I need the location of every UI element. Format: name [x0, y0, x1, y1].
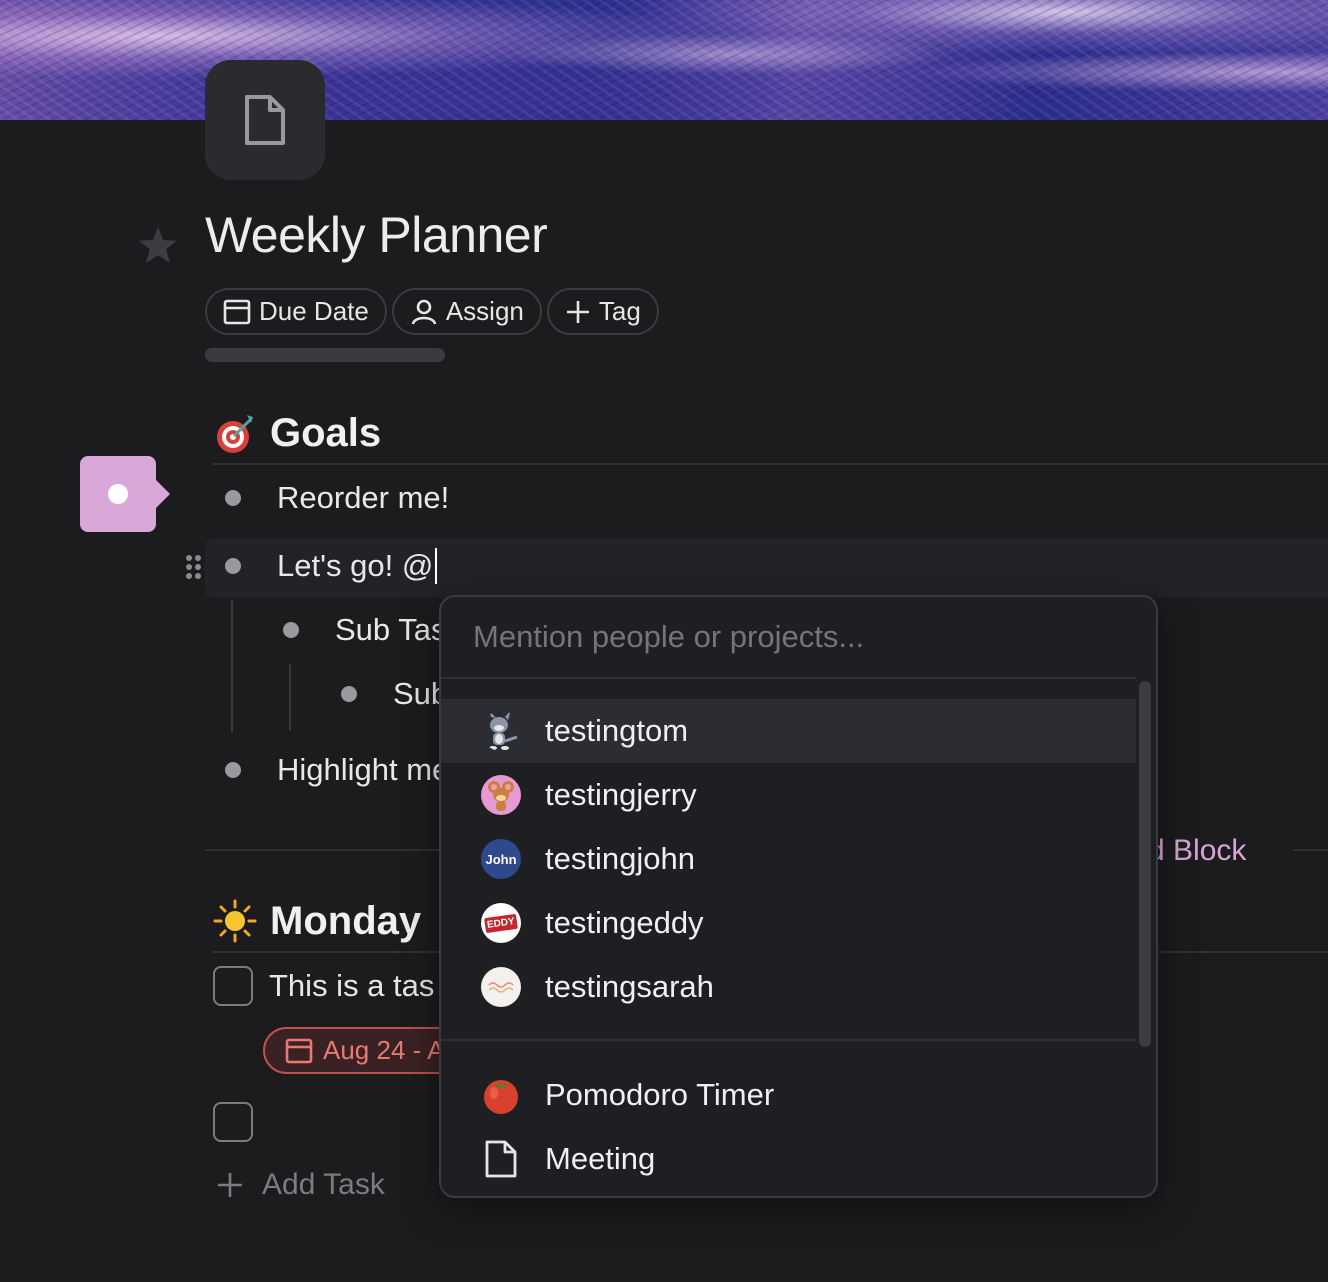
list-item-text: Reorder me!: [277, 480, 450, 515]
divider: [212, 463, 1328, 465]
tag-label: Tag: [598, 296, 641, 326]
mention-option-project[interactable]: Pomodoro Timer: [441, 1063, 1136, 1127]
bullet-icon: [225, 558, 241, 574]
person-name: testingjohn: [545, 841, 695, 876]
bullet-icon: [225, 762, 241, 778]
due-date-label: Due Date: [259, 296, 369, 326]
plus-icon: [218, 1173, 242, 1197]
add-task-label: Add Task: [262, 1168, 385, 1201]
sarah-avatar: [481, 967, 521, 1007]
tom-avatar: [481, 711, 521, 751]
page-properties: Due Date Assign Tag: [205, 288, 659, 335]
monday-heading[interactable]: Monday: [212, 898, 421, 944]
add-block-button[interactable]: d Block: [1148, 834, 1246, 868]
indent-guide: [289, 664, 291, 730]
favorite-star-icon[interactable]: [134, 222, 182, 270]
list-item[interactable]: Highlight me: [225, 752, 449, 788]
add-tag-button[interactable]: Tag: [546, 288, 659, 335]
list-item-text[interactable]: Let's go! @: [277, 548, 433, 584]
monday-heading-text: Monday: [270, 898, 422, 943]
mention-option-person[interactable]: testingsarah: [441, 955, 1136, 1019]
block-drag-marker[interactable]: [80, 456, 170, 532]
list-item[interactable]: Sub Tas: [283, 612, 446, 648]
bullet-icon: [341, 686, 357, 702]
list-item-text: Highlight me: [277, 752, 450, 787]
assign-button[interactable]: Assign: [391, 288, 542, 335]
task-date-text: Aug 24 - A: [323, 1035, 445, 1065]
divider: [205, 849, 445, 851]
eddy-avatar: EDDY: [481, 903, 521, 943]
john-avatar: John: [481, 839, 521, 879]
indent-guide: [231, 600, 233, 732]
mention-option-person[interactable]: testingjerry: [441, 763, 1136, 827]
goals-heading-text: Goals: [270, 410, 382, 455]
mention-popup: testingtom testingjerry John testingjohn: [439, 595, 1158, 1198]
person-name: testingtom: [545, 713, 689, 748]
drag-handle-icon[interactable]: [184, 553, 204, 581]
goals-heading[interactable]: Goals: [212, 410, 381, 456]
cover-image[interactable]: [0, 0, 1328, 120]
calendar-icon: [285, 1038, 313, 1063]
list-item[interactable]: Reorder me!: [225, 480, 449, 516]
mention-option-project[interactable]: Meeting: [441, 1127, 1136, 1191]
mention-option-person[interactable]: John testingjohn: [441, 827, 1136, 891]
list-item-text: Sub Tas: [335, 612, 447, 647]
project-name: Pomodoro Timer: [545, 1077, 775, 1112]
person-icon: [411, 299, 437, 325]
project-name: Meeting: [545, 1141, 656, 1176]
plus-icon: [566, 300, 589, 323]
mention-search-input[interactable]: [473, 619, 1113, 655]
due-date-button[interactable]: Due Date: [205, 288, 387, 335]
sun-icon: [212, 898, 258, 944]
projects-list: Pomodoro Timer Meeting: [441, 1063, 1136, 1191]
text-caret: [435, 548, 438, 584]
bullet-icon: [225, 490, 241, 506]
divider: [441, 1039, 1136, 1041]
list-item[interactable]: Sub: [341, 676, 448, 712]
progress-bar: [205, 348, 445, 362]
tomato-icon: [481, 1075, 521, 1115]
target-icon: [212, 410, 258, 456]
page-title[interactable]: Weekly Planner: [205, 206, 548, 264]
calendar-icon: [223, 299, 251, 324]
jerry-avatar: [481, 775, 521, 815]
person-name: testingjerry: [545, 777, 697, 812]
assign-label: Assign: [445, 296, 524, 326]
document-icon: [245, 95, 285, 145]
scrollbar[interactable]: [1139, 681, 1151, 1047]
mention-option-person[interactable]: testingtom: [441, 699, 1136, 763]
divider: [1293, 849, 1328, 851]
task-item[interactable]: This is a tas: [269, 968, 434, 1004]
page-icon[interactable]: [205, 60, 325, 180]
person-name: testingsarah: [545, 969, 714, 1004]
divider: [441, 677, 1136, 679]
task-checkbox[interactable]: [213, 966, 253, 1006]
john-avatar-text: John: [485, 851, 517, 867]
eddy-avatar-text: EDDY: [484, 913, 518, 933]
task-text: This is a tas: [269, 968, 435, 1003]
person-name: testingeddy: [545, 905, 704, 940]
mention-option-person[interactable]: EDDY testingeddy: [441, 891, 1136, 955]
people-list: testingtom testingjerry John testingjohn: [441, 699, 1136, 1019]
task-checkbox[interactable]: [213, 1102, 253, 1142]
add-task-button[interactable]: Add Task: [216, 1168, 385, 1202]
document-icon: [481, 1139, 521, 1179]
list-item-editing[interactable]: Let's go! @: [225, 548, 438, 584]
bullet-icon: [283, 622, 299, 638]
